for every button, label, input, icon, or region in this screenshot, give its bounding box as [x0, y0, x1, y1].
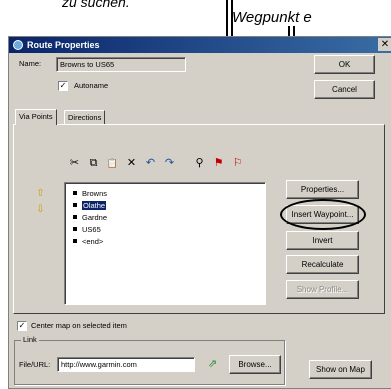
- autoname-label: Autoname: [74, 81, 109, 90]
- app-icon: [13, 40, 23, 50]
- center-map-label: Center map on selected item: [31, 321, 127, 330]
- redo-icon[interactable]: ↷: [161, 155, 178, 172]
- route-properties-dialog: Route Properties ✕ Name: Browns to US65 …: [8, 36, 391, 389]
- ok-button[interactable]: OK: [314, 55, 375, 74]
- list-item[interactable]: Gardne: [73, 212, 109, 223]
- via-points-list[interactable]: Browns Olathe Gardne US65 <end>: [64, 182, 266, 305]
- move-down-icon[interactable]: ⇩: [33, 203, 48, 218]
- show-profile-button: Show Profile...: [286, 280, 359, 299]
- title-bar: Route Properties ✕: [9, 37, 391, 53]
- tab-via-points[interactable]: Via Points: [15, 109, 57, 125]
- cut-icon[interactable]: ✂: [66, 155, 83, 172]
- delete-icon[interactable]: ✕: [123, 155, 140, 172]
- insert-waypoint-highlight: [280, 199, 366, 230]
- recalculate-button[interactable]: Recalculate: [286, 255, 359, 274]
- caption-right: Wegpunkt e: [232, 9, 312, 26]
- properties-button[interactable]: Properties...: [286, 180, 359, 199]
- list-item[interactable]: <end>: [73, 236, 105, 247]
- find-previous-icon[interactable]: ⚐: [229, 155, 246, 172]
- url-field[interactable]: http://www.garmin.com: [57, 357, 195, 372]
- list-item[interactable]: Browns: [73, 188, 109, 199]
- go-to-link-icon[interactable]: ⇗: [204, 356, 221, 373]
- autoname-checkbox[interactable]: ✓: [58, 81, 68, 91]
- list-item[interactable]: US65: [73, 224, 103, 235]
- find-next-icon[interactable]: ⚑: [210, 155, 227, 172]
- window-title: Route Properties: [27, 40, 100, 50]
- center-map-checkbox[interactable]: ✓: [17, 321, 27, 331]
- copy-icon[interactable]: ⧉: [85, 155, 102, 172]
- cancel-button[interactable]: Cancel: [314, 80, 375, 99]
- link-group-label: Link: [21, 335, 39, 344]
- name-field[interactable]: Browns to US65: [56, 57, 186, 72]
- list-item-selected[interactable]: Olathe: [73, 200, 108, 211]
- undo-icon[interactable]: ↶: [142, 155, 159, 172]
- close-icon[interactable]: ✕: [378, 38, 391, 51]
- browse-button[interactable]: Browse...: [229, 355, 281, 374]
- invert-button[interactable]: Invert: [286, 231, 359, 250]
- find-icon[interactable]: ⚲: [191, 155, 208, 172]
- move-up-icon[interactable]: ⇧: [33, 187, 48, 202]
- paste-icon[interactable]: 📋: [104, 155, 121, 172]
- caption-left: zu suchen.: [62, 0, 130, 10]
- tab-directions[interactable]: Directions: [64, 110, 106, 124]
- name-label: Name:: [19, 59, 42, 68]
- file-url-label: File/URL:: [19, 360, 51, 369]
- show-on-map-button[interactable]: Show on Map: [309, 360, 372, 379]
